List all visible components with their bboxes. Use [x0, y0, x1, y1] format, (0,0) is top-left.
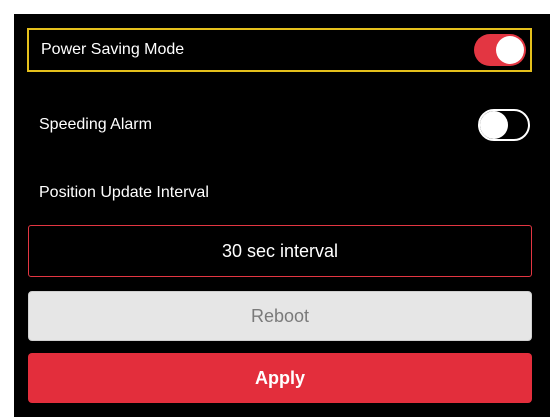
position-update-label: Position Update Interval	[39, 184, 209, 201]
speeding-alarm-toggle[interactable]	[478, 109, 530, 141]
position-update-select[interactable]: 30 sec interval	[28, 225, 532, 277]
power-saving-label: Power Saving Mode	[41, 41, 185, 58]
reboot-button-label: Reboot	[250, 305, 310, 326]
speeding-alarm-label: Speeding Alarm	[39, 116, 152, 133]
settings-panel: Power Saving Mode Speeding Alarm Positio…	[14, 14, 550, 417]
power-saving-row[interactable]: Power Saving Mode	[27, 28, 532, 72]
toggle-knob	[496, 36, 524, 64]
reboot-button[interactable]: Reboot	[28, 291, 532, 341]
apply-button[interactable]: Apply	[28, 353, 532, 403]
power-saving-toggle[interactable]	[474, 34, 526, 66]
speeding-alarm-row[interactable]: Speeding Alarm	[27, 103, 532, 147]
apply-button-label: Apply	[254, 367, 305, 388]
toggle-knob	[480, 111, 508, 139]
position-update-value: 30 sec interval	[221, 240, 339, 261]
